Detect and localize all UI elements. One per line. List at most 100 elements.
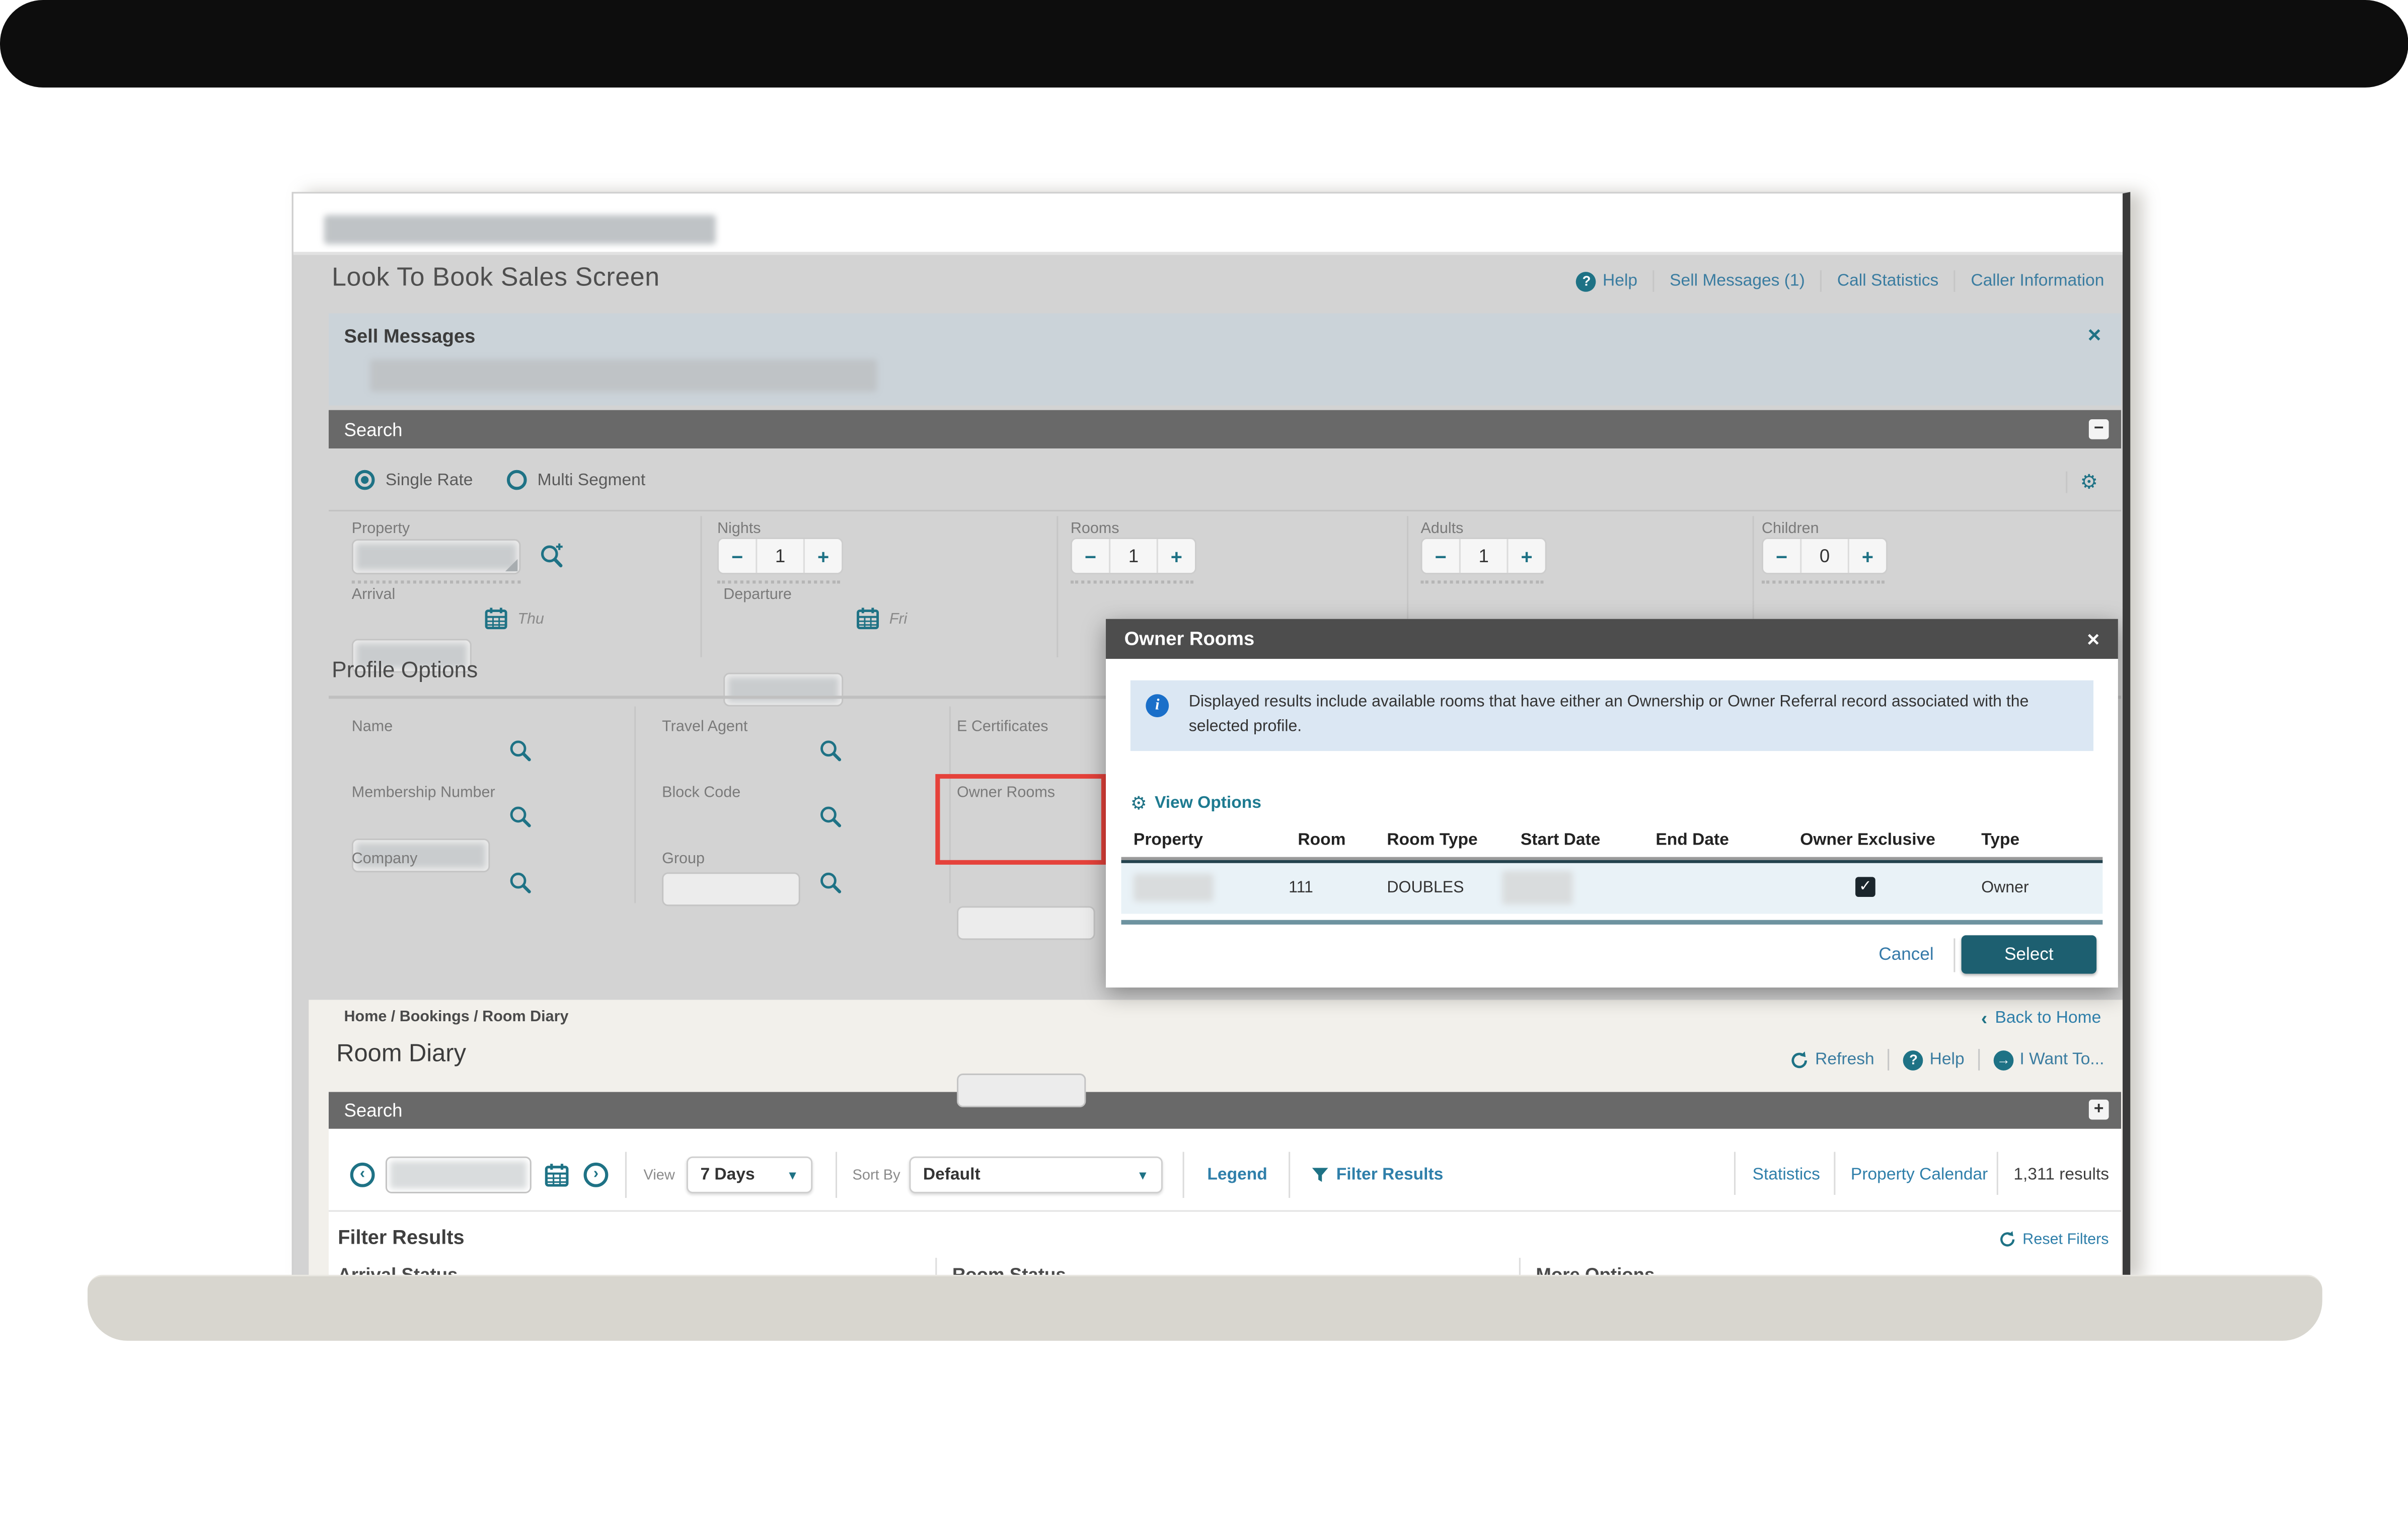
name-label: Name (352, 719, 393, 736)
adults-label: Adults (1421, 520, 1464, 538)
table-row[interactable]: 111 DOUBLES ✓ Owner (1121, 863, 2103, 914)
help-link[interactable]: ? Help (1904, 1050, 1965, 1070)
search-section-bar: Search − (329, 410, 2121, 448)
minus-button[interactable]: − (1072, 539, 1109, 573)
plus-button[interactable]: + (805, 539, 842, 573)
multi-segment-label: Multi Segment (538, 471, 646, 489)
caller-information-link[interactable]: Caller Information (1971, 272, 2104, 290)
info-icon: i (1146, 694, 1169, 717)
membership-number-search-icon[interactable] (508, 805, 533, 829)
col-owner-exclusive[interactable]: Owner Exclusive (1800, 831, 1935, 850)
plus-button[interactable]: + (1158, 539, 1195, 573)
col-start-date[interactable]: Start Date (1521, 831, 1601, 850)
room-diary-panel: ‹ › View 7 Days ▼ Sort By De (329, 1129, 2121, 1279)
collapse-icon[interactable]: − (2089, 419, 2109, 439)
minus-button[interactable]: − (719, 539, 756, 573)
property-input[interactable] (352, 539, 521, 574)
multi-segment-radio[interactable]: Multi Segment (507, 470, 646, 490)
col-property[interactable]: Property (1134, 831, 1203, 850)
block-code-search-icon[interactable] (818, 805, 843, 829)
property-search-icon[interactable] (539, 542, 565, 568)
view-dropdown[interactable]: 7 Days ▼ (687, 1157, 812, 1193)
browser-tab-redacted (324, 215, 716, 244)
sort-by-dropdown[interactable]: Default ▼ (909, 1157, 1162, 1193)
travel-agent-input[interactable] (662, 872, 800, 906)
col-end-date[interactable]: End Date (1656, 831, 1729, 850)
divider (1820, 270, 1822, 292)
plus-button[interactable]: + (1849, 539, 1886, 573)
back-to-home-link[interactable]: ‹ Back to Home (1981, 1008, 2101, 1029)
departure-day: Fri (889, 611, 908, 628)
app-window: Look To Book Sales Screen ? Help Sell Me… (292, 192, 2131, 1279)
reset-icon (1998, 1230, 2016, 1249)
departure-label: Departure (723, 587, 792, 604)
date-calendar-icon[interactable] (544, 1161, 570, 1189)
breadcrumb[interactable]: Home / Bookings / Room Diary (344, 1009, 569, 1026)
expand-icon[interactable]: + (2089, 1100, 2109, 1120)
group-search-icon[interactable] (818, 871, 843, 895)
search-section-title: Search (344, 419, 403, 441)
divider (1978, 1049, 1980, 1071)
reset-filters-link[interactable]: Reset Filters (1998, 1230, 2109, 1249)
header-links: ? Help Sell Messages (1) Call Statistics… (1576, 270, 2104, 292)
profile-options-title: Profile Options (332, 659, 478, 683)
help-icon: ? (1576, 271, 1597, 291)
view-options-link[interactable]: ⚙ View Options (1131, 794, 1261, 813)
divider (2066, 472, 2067, 493)
block-code-label: Block Code (662, 785, 740, 802)
children-value: 0 (1800, 539, 1849, 573)
departure-calendar-icon[interactable] (856, 605, 880, 631)
name-search-icon[interactable] (508, 739, 533, 764)
i-want-to-label: I Want To... (2019, 1050, 2104, 1069)
filter-results-link[interactable]: Filter Results (1336, 1166, 1444, 1184)
col-room-type[interactable]: Room Type (1387, 831, 1477, 850)
minus-button[interactable]: − (1422, 539, 1459, 573)
select-button[interactable]: Select (1962, 935, 2097, 973)
plus-button[interactable]: + (1508, 539, 1545, 573)
dotted-underline (1421, 580, 1544, 583)
call-statistics-link[interactable]: Call Statistics (1837, 272, 1938, 290)
col-type[interactable]: Type (1981, 831, 2019, 850)
single-rate-label: Single Rate (386, 471, 473, 489)
help-link[interactable]: ? Help (1576, 271, 1637, 291)
close-icon[interactable]: × (2087, 627, 2099, 651)
close-icon[interactable]: × (2088, 324, 2101, 347)
single-rate-radio[interactable]: Single Rate (355, 470, 473, 490)
arrival-calendar-icon[interactable] (484, 605, 508, 631)
statistics-link[interactable]: Statistics (1753, 1166, 1820, 1184)
divider (1888, 1049, 1890, 1071)
help-icon: ? (1904, 1050, 1924, 1070)
room-diary-search-bar: Search + (329, 1092, 2121, 1129)
date-input[interactable] (386, 1157, 532, 1193)
view-options-label: View Options (1155, 794, 1261, 813)
nights-stepper: − 1 + (717, 538, 843, 574)
col-room[interactable]: Room (1298, 831, 1345, 850)
rate-mode-group: Single Rate Multi Segment (355, 470, 645, 490)
search-settings-gear-icon[interactable]: ⚙ (2080, 472, 2098, 492)
sell-messages-link[interactable]: Sell Messages (1) (1670, 272, 1805, 290)
i-want-to-link[interactable]: → I Want To... (1994, 1050, 2104, 1070)
view-value: 7 Days (700, 1166, 755, 1184)
e-certificates-input[interactable] (957, 906, 1095, 940)
divider (1183, 1152, 1184, 1198)
departure-input[interactable] (723, 673, 843, 707)
rooms-label: Rooms (1071, 520, 1119, 538)
prev-date-icon[interactable]: ‹ (350, 1163, 375, 1187)
divider (1289, 1152, 1290, 1198)
property-calendar-link[interactable]: Property Calendar (1851, 1166, 1988, 1184)
legend-link[interactable]: Legend (1207, 1166, 1267, 1184)
divider (1121, 920, 2103, 925)
company-search-icon[interactable] (508, 871, 533, 895)
results-count: 1,311 results (2013, 1166, 2109, 1184)
reset-filters-label: Reset Filters (2022, 1231, 2109, 1248)
travel-agent-search-icon[interactable] (818, 739, 843, 764)
owner-rooms-input[interactable] (957, 1074, 1086, 1107)
resize-handle[interactable] (505, 559, 517, 571)
next-date-icon[interactable]: › (584, 1163, 609, 1187)
cancel-button[interactable]: Cancel (1878, 946, 1933, 965)
minus-button[interactable]: − (1763, 539, 1800, 573)
group-label: Group (662, 851, 705, 868)
owner-exclusive-checkbox[interactable]: ✓ (1855, 877, 1875, 897)
cell-room: 111 (1289, 878, 1313, 897)
refresh-link[interactable]: Refresh (1789, 1050, 1874, 1070)
